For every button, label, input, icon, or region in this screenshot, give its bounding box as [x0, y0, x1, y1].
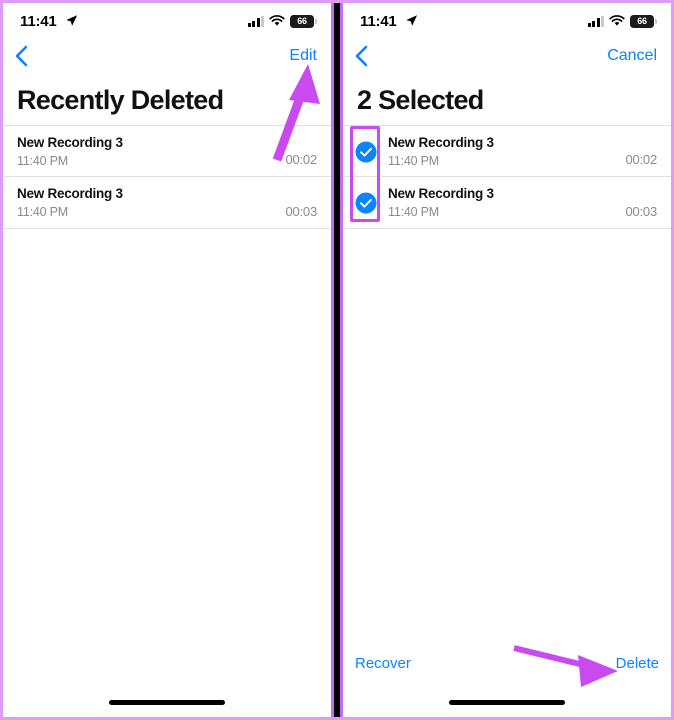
- cellular-signal-icon: [247, 15, 264, 27]
- frame-border-left: [0, 0, 3, 720]
- table-row[interactable]: New Recording 3 11:40 PM 00:02: [343, 125, 671, 177]
- home-indicator: [109, 700, 225, 705]
- table-row[interactable]: New Recording 3 11:40 PM 00:03: [3, 177, 331, 229]
- recording-duration: 00:03: [625, 204, 657, 219]
- status-time: 11:41: [20, 13, 57, 30]
- status-icons-right: 66: [587, 14, 657, 28]
- row-text-group: New Recording 3 11:40 PM: [17, 134, 123, 169]
- recording-time: 11:40 PM: [388, 205, 439, 219]
- recording-time: 11:40 PM: [17, 205, 68, 219]
- recording-time: 11:40 PM: [17, 154, 68, 168]
- table-row[interactable]: New Recording 3 11:40 PM 00:03: [343, 177, 671, 229]
- wifi-icon: [269, 15, 285, 26]
- status-time: 11:41: [360, 13, 397, 30]
- status-bar-left: 11:41 66: [3, 3, 331, 37]
- wifi-icon: [609, 15, 625, 26]
- page-title-right: 2 Selected: [357, 85, 484, 115]
- recordings-list-right: New Recording 3 11:40 PM 00:02 New Recor…: [343, 125, 671, 229]
- checkbox-checked-icon[interactable]: [355, 192, 377, 214]
- panel-divider: [331, 0, 343, 720]
- page-title-left: Recently Deleted: [17, 85, 224, 115]
- recordings-list-left: New Recording 3 11:40 PM 00:02 New Recor…: [3, 125, 331, 229]
- recording-duration: 00:02: [285, 152, 317, 167]
- home-indicator: [449, 700, 565, 705]
- nav-bar-left: Edit: [3, 37, 331, 75]
- row-text-group: New Recording 3 11:40 PM: [17, 185, 123, 220]
- selection-toolbar: Recover Delete: [343, 655, 671, 685]
- battery-icon: 66: [630, 14, 657, 28]
- chevron-left-icon[interactable]: [351, 43, 373, 69]
- recording-time: 11:40 PM: [388, 154, 439, 168]
- recording-title: New Recording 3: [388, 186, 494, 201]
- nav-bar-right: Cancel: [343, 37, 671, 75]
- recording-title: New Recording 3: [388, 135, 494, 150]
- recording-title: New Recording 3: [17, 135, 123, 150]
- edit-button[interactable]: Edit: [289, 47, 317, 65]
- location-arrow-icon: [66, 15, 78, 26]
- left-phone-panel: 11:41 66 Edit Recently Deleted New Recor…: [3, 3, 331, 717]
- right-phone-panel: 11:41 66 Cancel 2 Selected New Recording…: [343, 3, 671, 717]
- battery-level: 66: [637, 15, 647, 26]
- status-bar-right: 11:41 66: [343, 3, 671, 37]
- screenshot-stage: 11:41 66 Edit Recently Deleted New Recor…: [0, 0, 674, 720]
- battery-icon: 66: [290, 14, 317, 28]
- recover-button[interactable]: Recover: [355, 655, 411, 672]
- frame-border-top: [0, 0, 674, 3]
- checkbox-checked-icon[interactable]: [355, 141, 377, 163]
- chevron-left-icon[interactable]: [11, 43, 33, 69]
- cellular-signal-icon: [587, 15, 604, 27]
- recording-duration: 00:02: [625, 152, 657, 167]
- battery-level: 66: [297, 15, 307, 26]
- table-row[interactable]: New Recording 3 11:40 PM 00:02: [3, 125, 331, 177]
- status-icons-left: 66: [247, 14, 317, 28]
- recording-duration: 00:03: [285, 204, 317, 219]
- row-text-group: New Recording 3 11:40 PM: [388, 134, 494, 169]
- recording-title: New Recording 3: [17, 186, 123, 201]
- cancel-button[interactable]: Cancel: [607, 47, 657, 65]
- location-arrow-icon: [406, 15, 418, 26]
- delete-button[interactable]: Delete: [616, 655, 659, 672]
- row-text-group: New Recording 3 11:40 PM: [388, 185, 494, 220]
